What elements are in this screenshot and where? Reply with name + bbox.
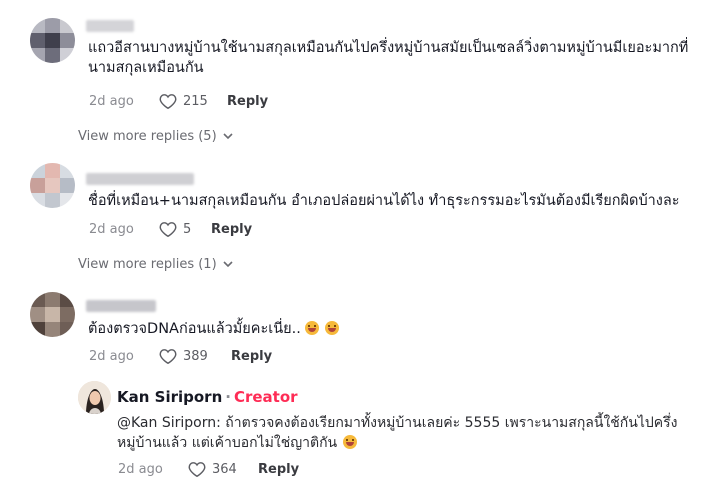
like-button[interactable]: 5 bbox=[159, 221, 211, 237]
laughing-face-emoji bbox=[343, 435, 358, 449]
chevron-down-icon bbox=[223, 129, 233, 144]
username-redacted bbox=[86, 173, 194, 185]
heart-icon bbox=[188, 462, 206, 477]
heart-icon bbox=[159, 222, 177, 237]
like-count: 389 bbox=[183, 348, 208, 364]
timestamp: 2d ago bbox=[89, 93, 134, 109]
reply-meta: 2d ago 364 Reply bbox=[118, 461, 299, 477]
separator: · bbox=[225, 388, 231, 406]
chevron-down-icon bbox=[223, 257, 233, 272]
comment-text: แถวอีสานบางหมู่บ้านใช้นามสกุลเหมือนกันไป… bbox=[88, 40, 689, 76]
username-redacted bbox=[86, 20, 134, 32]
profile-photo bbox=[78, 381, 111, 414]
avatar[interactable] bbox=[30, 163, 75, 208]
view-more-replies[interactable]: View more replies (5) bbox=[78, 129, 233, 144]
reply-button[interactable]: Reply bbox=[227, 94, 268, 109]
reply-button[interactable]: Reply bbox=[258, 462, 299, 477]
creator-avatar[interactable] bbox=[78, 381, 111, 414]
like-count: 215 bbox=[183, 93, 208, 109]
like-button[interactable]: 389 bbox=[159, 348, 231, 364]
creator-username[interactable]: Kan Siriporn bbox=[117, 388, 222, 406]
comment-meta: 2d ago 5 Reply bbox=[89, 221, 252, 237]
heart-icon bbox=[159, 94, 177, 109]
reply-button[interactable]: Reply bbox=[231, 349, 272, 364]
comment-text: ต้องตรวจDNAก่อนแล้วมั้ยคะเนี่ย.. bbox=[88, 319, 339, 339]
like-button[interactable]: 364 bbox=[188, 461, 258, 477]
smiling-face-emoji bbox=[324, 321, 339, 335]
creator-name-line: Kan Siriporn · Creator bbox=[117, 388, 298, 406]
like-count: 364 bbox=[212, 461, 237, 477]
view-more-replies[interactable]: View more replies (1) bbox=[78, 257, 233, 272]
avatar[interactable] bbox=[30, 292, 75, 337]
heart-icon bbox=[159, 349, 177, 364]
timestamp: 2d ago bbox=[89, 221, 134, 237]
timestamp: 2d ago bbox=[89, 348, 134, 364]
avatar[interactable] bbox=[30, 18, 75, 63]
username-redacted bbox=[86, 300, 156, 312]
comment-meta: 2d ago 389 Reply bbox=[89, 348, 272, 364]
smiling-face-emoji bbox=[304, 321, 319, 335]
reply-button[interactable]: Reply bbox=[211, 222, 252, 237]
comment-meta: 2d ago 215 Reply bbox=[89, 93, 268, 109]
creator-badge: Creator bbox=[233, 388, 298, 406]
timestamp: 2d ago bbox=[118, 461, 163, 477]
comment-text: ชื่อที่เหมือน+นามสกุลเหมือนกัน อำเภอปล่อ… bbox=[88, 193, 680, 209]
like-count: 5 bbox=[183, 221, 192, 237]
like-button[interactable]: 215 bbox=[159, 93, 227, 109]
reply-text: @Kan Siriporn: ถ้าตรวจคงต้องเรียกมาทั้งห… bbox=[117, 415, 678, 451]
